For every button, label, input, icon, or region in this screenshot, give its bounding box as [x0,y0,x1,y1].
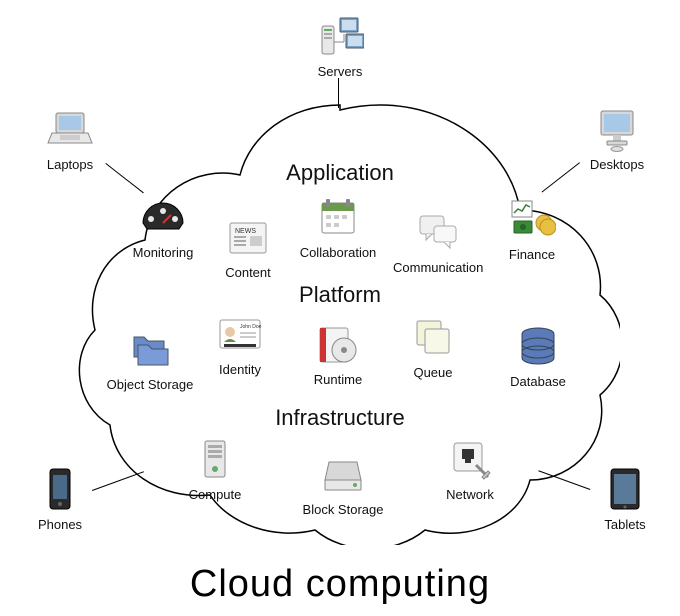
phones-node: Phones [15,465,105,532]
finance-node: Finance [487,195,577,262]
runtime-icon [314,320,362,368]
chat-icon [414,208,462,256]
queue-node: Queue [388,313,478,380]
newspaper-icon: NEWS [224,213,272,261]
network-label: Network [425,487,515,502]
server-icon [191,435,239,483]
laptops-label: Laptops [25,157,115,172]
dashboard-icon [139,193,187,241]
desktops-node: Desktops [572,105,662,172]
servers-label: Servers [295,64,385,79]
phone-icon [36,465,84,513]
block-storage-label: Block Storage [298,502,388,517]
tablets-node: Tablets [580,465,670,532]
servers-icon [316,12,364,60]
content-label: Content [203,265,293,280]
identity-node: John Doe Identity [195,310,285,377]
servers-node: Servers [295,12,385,79]
runtime-label: Runtime [293,372,383,387]
infrastructure-heading: Infrastructure [240,405,440,431]
finance-icon [508,195,556,243]
tablets-label: Tablets [580,517,670,532]
monitoring-node: Monitoring [118,193,208,260]
database-label: Database [493,374,583,389]
application-heading: Application [240,160,440,186]
identity-label: Identity [195,362,285,377]
object-storage-node: Object Storage [105,325,195,392]
connector-servers [338,78,339,108]
svg-text:John Doe: John Doe [240,324,262,330]
svg-text:NEWS: NEWS [235,228,256,235]
network-node: Network [425,435,515,502]
monitoring-label: Monitoring [118,245,208,260]
network-icon [446,435,494,483]
drive-icon [319,450,367,498]
compute-label: Compute [170,487,260,502]
runtime-node: Runtime [293,320,383,387]
object-storage-label: Object Storage [105,377,195,392]
block-storage-node: Block Storage [298,450,388,517]
diagram-title: Cloud computing [0,563,680,606]
desktop-icon [593,105,641,153]
tablet-icon [601,465,649,513]
platform-heading: Platform [240,282,440,308]
communication-node: Communication [393,208,483,275]
id-card-icon: John Doe [216,310,264,358]
database-node: Database [493,322,583,389]
content-node: NEWS Content [203,213,293,280]
queue-label: Queue [388,365,478,380]
calendar-icon [314,193,362,241]
collaboration-node: Collaboration [293,193,383,260]
collaboration-label: Collaboration [293,245,383,260]
folders-icon [126,325,174,373]
laptops-node: Laptops [25,105,115,172]
finance-label: Finance [487,247,577,262]
compute-node: Compute [170,435,260,502]
queue-icon [409,313,457,361]
database-icon [514,322,562,370]
desktops-label: Desktops [572,157,662,172]
phones-label: Phones [15,517,105,532]
communication-label: Communication [393,260,483,275]
laptop-icon [46,105,94,153]
